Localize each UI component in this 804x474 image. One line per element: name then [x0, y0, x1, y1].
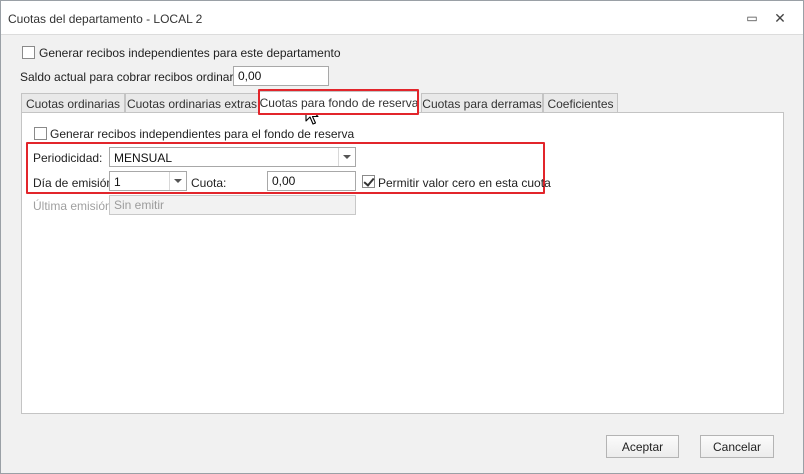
tab-label: Cuotas ordinarias — [25, 96, 121, 111]
tab-label: Coeficientes — [547, 96, 614, 111]
reserve-receipts-label: Generar recibos independientes para el f… — [50, 127, 355, 141]
tab-cuotas-derramas[interactable]: Cuotas para derramas — [421, 93, 543, 113]
cancel-button[interactable]: Cancelar — [700, 435, 774, 458]
chevron-down-icon[interactable] — [169, 172, 186, 190]
close-icon[interactable]: ✕ — [771, 9, 789, 27]
dialog-window: Cuotas del departamento - LOCAL 2 ▭ ✕ Ge… — [0, 0, 804, 474]
independent-receipts-checkbox[interactable] — [22, 46, 35, 59]
allow-zero-label: Permitir valor cero en esta cuota — [378, 176, 551, 190]
title-bar: Cuotas del departamento - LOCAL 2 ▭ ✕ — [1, 1, 803, 35]
restore-icon[interactable]: ▭ — [743, 9, 761, 27]
independent-receipts-label: Generar recibos independientes para este… — [39, 46, 341, 60]
periodicity-label: Periodicidad: — [33, 151, 103, 165]
issue-day-select[interactable]: 1 — [109, 171, 187, 191]
allow-zero-checkbox[interactable] — [362, 175, 375, 188]
window-title: Cuotas del departamento - LOCAL 2 — [8, 12, 203, 26]
last-issue-input — [109, 195, 356, 215]
tab-label: Cuotas para fondo de reserva — [259, 96, 419, 110]
fee-input[interactable] — [267, 171, 356, 191]
tab-label: Cuotas ordinarias extras — [126, 96, 258, 111]
balance-input[interactable] — [233, 66, 329, 86]
accept-button[interactable]: Aceptar — [606, 435, 679, 458]
tab-cuotas-ordinarias[interactable]: Cuotas ordinarias — [21, 93, 125, 113]
balance-label: Saldo actual para cobrar recibos ordinar… — [20, 70, 253, 84]
last-issue-label: Última emisión: — [33, 199, 116, 213]
issue-day-label: Día de emisión: — [33, 176, 117, 190]
periodicity-select[interactable]: MENSUAL — [109, 147, 356, 167]
chevron-down-icon[interactable] — [338, 148, 355, 166]
tab-coeficientes[interactable]: Coeficientes — [543, 93, 618, 113]
fee-label: Cuota: — [191, 176, 227, 190]
reserve-receipts-checkbox[interactable] — [34, 127, 47, 140]
tab-cuotas-fondo-reserva[interactable]: Cuotas para fondo de reserva — [259, 91, 419, 114]
tab-cuotas-ordinarias-extras[interactable]: Cuotas ordinarias extras — [125, 93, 259, 113]
periodicity-value: MENSUAL — [114, 151, 173, 165]
issue-day-value: 1 — [114, 175, 121, 189]
tab-label: Cuotas para derramas — [422, 96, 542, 111]
